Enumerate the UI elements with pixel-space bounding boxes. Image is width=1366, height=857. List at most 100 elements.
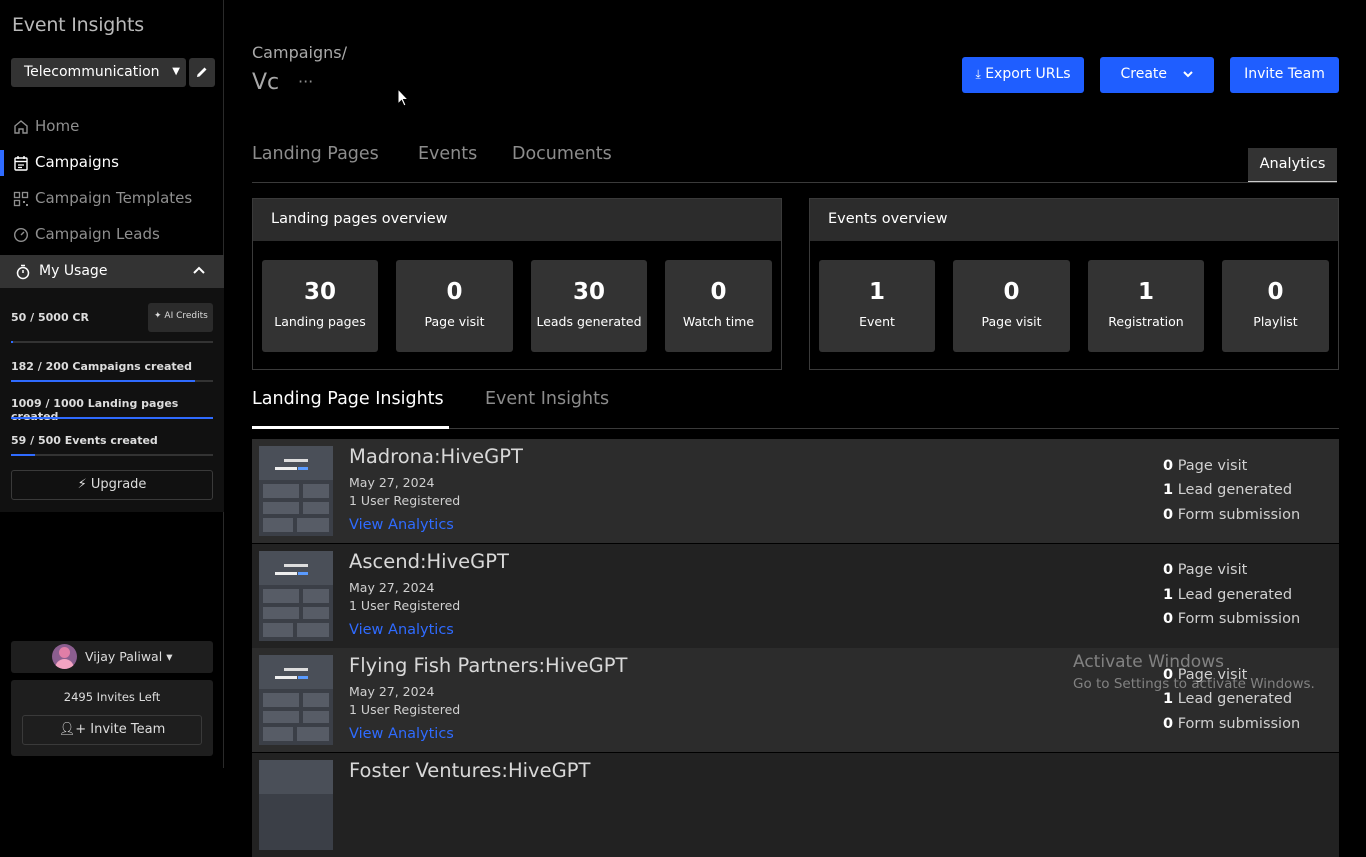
stat-value: 0 <box>1267 279 1284 305</box>
list-item: Ascend:HiveGPT May 27, 2024 1 User Regis… <box>252 544 1339 648</box>
app-title: Event Insights <box>12 14 144 36</box>
stat-label: Playlist <box>1253 314 1298 329</box>
events-usage-text: 59 / 500 Events created <box>11 434 158 447</box>
user-plus-icon: 👤︎+ <box>58 722 87 737</box>
sidebar: Event Insights Telecommunication ▼ Home … <box>0 0 224 768</box>
list-item: Madrona:HiveGPT May 27, 2024 1 User Regi… <box>252 439 1339 543</box>
landing-page-thumbnail[interactable] <box>259 446 333 536</box>
events-overview: Events overview 1 Event 0 Page visit 1 R… <box>809 198 1339 370</box>
tab-documents[interactable]: Documents <box>512 144 612 164</box>
stat-label: Page visit <box>981 314 1042 329</box>
view-analytics-link[interactable]: View Analytics <box>349 517 454 533</box>
stat-card: 1 Event <box>819 260 935 352</box>
landing-page-date: May 27, 2024 <box>349 684 435 699</box>
invites-box: 2495 Invites Left 👤︎+ Invite Team <box>11 680 213 756</box>
stat-label: Page visit <box>424 314 485 329</box>
stat-value: 30 <box>303 279 336 305</box>
lead-generated-metric: 1 Lead generated <box>1163 482 1293 498</box>
page-visit-metric: 0 Page visit <box>1163 562 1248 578</box>
upgrade-label: Upgrade <box>90 477 147 492</box>
form-submission-metric: 0 Form submission <box>1163 611 1301 627</box>
caret-down-icon: ▾ <box>166 649 173 664</box>
stat-value: 0 <box>1003 279 1020 305</box>
lead-generated-metric: 1 Lead generated <box>1163 691 1293 707</box>
sidebar-invite-team-button[interactable]: 👤︎+ Invite Team <box>22 715 202 745</box>
registered-count: 1 User Registered <box>349 493 461 508</box>
ai-credits-label: AI Credits <box>164 311 208 321</box>
campaigns-progress-fill <box>11 380 195 382</box>
stat-card: 30 Landing pages <box>262 260 378 352</box>
landing-pages-progress <box>11 417 213 419</box>
landing-page-thumbnail[interactable] <box>259 760 333 850</box>
landing-page-title: Ascend:HiveGPT <box>349 550 509 573</box>
more-options-icon[interactable]: ··· <box>298 72 313 91</box>
invite-team-button[interactable]: Invite Team <box>1230 57 1339 93</box>
stopwatch-icon <box>16 264 30 280</box>
registered-count: 1 User Registered <box>349 598 461 613</box>
stat-label: Leads generated <box>536 314 642 329</box>
stat-card: 1 Registration <box>1088 260 1204 352</box>
nav-item-home[interactable]: Home <box>0 112 224 142</box>
tab-landing-page-insights[interactable]: Landing Page Insights <box>252 389 444 409</box>
create-button[interactable]: Create <box>1100 57 1214 93</box>
avatar <box>52 644 77 669</box>
nav-item-campaigns[interactable]: Campaigns <box>0 148 224 178</box>
create-label: Create <box>1120 66 1168 82</box>
stat-label: Event <box>859 314 895 329</box>
stat-value: 0 <box>446 279 463 305</box>
my-usage-toggle[interactable]: My Usage <box>0 255 224 288</box>
campaigns-usage-text: 182 / 200 Campaigns created <box>11 360 192 373</box>
stat-card: 0 Playlist <box>1222 260 1329 352</box>
landing-page-title: Flying Fish Partners:HiveGPT <box>349 654 628 677</box>
panel-title: Events overview <box>810 199 1338 241</box>
upgrade-button[interactable]: ⚡ Upgrade <box>11 470 213 500</box>
caret-down-icon: ▼ <box>172 66 180 77</box>
tab-events[interactable]: Events <box>418 144 477 164</box>
view-analytics-link[interactable]: View Analytics <box>349 726 454 742</box>
workspace-select[interactable]: Telecommunication ▼ <box>11 58 186 87</box>
credits-progress-fill <box>11 341 14 343</box>
active-tab-indicator <box>252 426 449 429</box>
events-progress-fill <box>11 454 35 456</box>
gauge-icon <box>13 227 29 243</box>
stat-value: 1 <box>1137 279 1154 305</box>
chevron-up-icon <box>193 266 205 274</box>
invite-team-label: Invite Team <box>90 722 166 737</box>
edit-workspace-button[interactable] <box>189 58 215 87</box>
nav-item-campaign-templates[interactable]: Campaign Templates <box>0 184 224 214</box>
nav-item-campaign-leads[interactable]: Campaign Leads <box>0 220 224 250</box>
credits-progress <box>11 341 213 343</box>
stat-card: 0 Watch time <box>665 260 772 352</box>
landing-page-title: Madrona:HiveGPT <box>349 445 523 468</box>
landing-page-date: May 27, 2024 <box>349 475 435 490</box>
tab-event-insights[interactable]: Event Insights <box>485 389 609 409</box>
breadcrumb[interactable]: Campaigns/ <box>252 43 347 62</box>
nav-item-label: Campaign Templates <box>35 189 193 207</box>
stat-value: 1 <box>868 279 885 305</box>
stat-card: 0 Page visit <box>953 260 1070 352</box>
pencil-icon <box>197 67 207 77</box>
landing-page-date: May 27, 2024 <box>349 580 435 595</box>
calendar-icon <box>14 156 28 171</box>
stat-label: Landing pages <box>274 314 366 329</box>
landing-pages-progress-fill <box>11 417 213 419</box>
landing-pages-overview: Landing pages overview 30 Landing pages … <box>252 198 782 370</box>
download-icon: ⤓ <box>975 67 981 81</box>
user-menu[interactable]: Vijay Paliwal ▾ <box>11 641 213 673</box>
tab-landing-pages[interactable]: Landing Pages <box>252 144 379 164</box>
events-progress <box>11 454 213 456</box>
list-item: Foster Ventures:HiveGPT <box>252 753 1339 857</box>
user-name: Vijay Paliwal ▾ <box>85 649 173 664</box>
activate-windows-subtitle: Go to Settings to activate Windows. <box>1073 676 1315 692</box>
tab-analytics[interactable]: Analytics <box>1248 148 1337 183</box>
tabs-divider <box>252 182 1337 183</box>
export-urls-button[interactable]: ⤓ Export URLs <box>962 57 1084 93</box>
sparkle-plus-icon: ✦ <box>154 311 162 321</box>
landing-page-thumbnail[interactable] <box>259 551 333 641</box>
view-analytics-link[interactable]: View Analytics <box>349 622 454 638</box>
ai-credits-button[interactable]: ✦ AI Credits <box>148 303 213 332</box>
my-usage-label: My Usage <box>39 263 108 279</box>
landing-page-thumbnail[interactable] <box>259 655 333 745</box>
mouse-cursor-icon <box>397 88 409 107</box>
invites-left-text: 2495 Invites Left <box>63 690 161 704</box>
